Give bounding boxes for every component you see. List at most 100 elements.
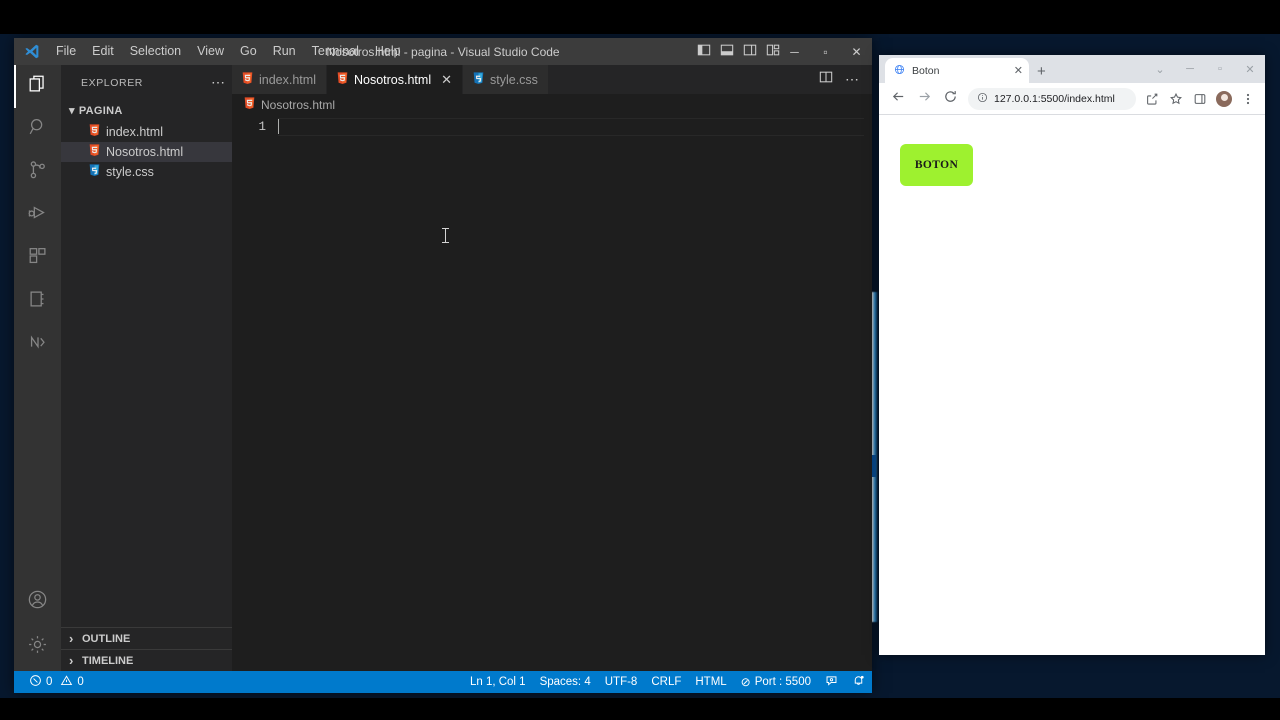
close-icon[interactable]: ✕ xyxy=(1014,64,1023,77)
activitybar-item-nodejs-tool[interactable] xyxy=(14,323,61,366)
editor-tabs: index.html Nosotros.html ✕ style.css ⋯ xyxy=(232,65,872,94)
explorer-section-outline[interactable]: › OUTLINE xyxy=(61,627,232,649)
folder-label: PAGINA xyxy=(78,105,123,117)
feedback-icon xyxy=(825,674,838,690)
explorer-file-nosotros-html[interactable]: Nosotros.html xyxy=(61,142,232,162)
ellipsis-icon[interactable]: ⋯ xyxy=(211,74,226,91)
explorer-file-style-css[interactable]: style.css xyxy=(61,162,232,182)
menu-edit[interactable]: Edit xyxy=(84,39,122,64)
search-icon xyxy=(27,116,49,143)
forward-button[interactable] xyxy=(911,86,937,112)
new-tab-button[interactable]: + xyxy=(1037,64,1046,79)
run-debug-icon xyxy=(27,202,49,229)
menu-view[interactable]: View xyxy=(189,39,232,64)
account-icon xyxy=(26,588,49,616)
tab-search-icon[interactable]: ⌄ xyxy=(1145,57,1175,81)
avatar xyxy=(1216,90,1232,107)
status-eol[interactable]: CRLF xyxy=(644,671,688,693)
activitybar-item-search[interactable] xyxy=(14,108,61,151)
tab-style-css[interactable]: style.css xyxy=(463,65,549,94)
explorer-folder-pagina[interactable]: ▾ PAGINA xyxy=(61,100,232,122)
boton-button[interactable]: BOTON xyxy=(900,144,973,186)
status-problems[interactable]: 0 0 xyxy=(22,671,91,693)
activitybar-item-manage-settings[interactable] xyxy=(14,623,61,671)
chevron-right-icon: › xyxy=(69,631,74,646)
breadcrumb-item-file[interactable]: Nosotros.html xyxy=(261,98,335,112)
customize-layout-icon[interactable] xyxy=(766,43,780,60)
code-editor[interactable]: 1 xyxy=(232,116,872,671)
explorer-sidebar: EXPLORER ⋯ ▾ PAGINA index.html Nosotros.… xyxy=(61,65,232,671)
activitybar-item-explorer[interactable] xyxy=(14,65,61,108)
menu-help[interactable]: Help xyxy=(367,39,409,64)
status-feedback[interactable] xyxy=(818,671,845,693)
chrome-menu-icon[interactable] xyxy=(1237,87,1259,111)
menu-selection[interactable]: Selection xyxy=(122,39,189,64)
line-number-gutter: 1 xyxy=(232,116,278,671)
tab-index-html[interactable]: index.html xyxy=(232,65,327,94)
n-icon xyxy=(27,331,49,358)
editor-area: index.html Nosotros.html ✕ style.css ⋯ N… xyxy=(232,65,872,671)
tab-close-icon[interactable]: ✕ xyxy=(441,72,452,88)
activitybar-item-accounts[interactable] xyxy=(14,580,61,623)
files-icon xyxy=(27,73,49,100)
status-live-server-port[interactable]: ⊘ Port : 5500 xyxy=(734,671,818,693)
activitybar-item-extensions[interactable] xyxy=(14,237,61,280)
chrome-maximize-button[interactable]: ▫ xyxy=(1205,57,1235,81)
error-circle-icon xyxy=(29,674,42,690)
browser-tab-boton[interactable]: Boton ✕ xyxy=(885,58,1029,83)
status-encoding[interactable]: UTF-8 xyxy=(598,671,645,693)
menu-run[interactable]: Run xyxy=(265,39,304,64)
tab-label: Nosotros.html xyxy=(353,72,432,87)
status-cursor-position[interactable]: Ln 1, Col 1 xyxy=(463,671,533,693)
desktop-bottom-band xyxy=(0,698,1280,720)
toggle-secondary-sidebar-icon[interactable] xyxy=(743,43,757,60)
tab-label: index.html xyxy=(259,72,316,87)
css3-icon xyxy=(89,164,100,180)
chrome-toolbar-icons xyxy=(1141,87,1259,111)
chrome-browser-window: Boton ✕ + ⌄ ─ ▫ ✕ 127.0.0.1:5500/index.h… xyxy=(879,55,1265,655)
broadcast-icon: ⊘ xyxy=(740,675,751,689)
chrome-close-button[interactable]: ✕ xyxy=(1235,57,1265,81)
reload-button[interactable] xyxy=(937,86,963,112)
vscode-maximize-button[interactable]: ▫ xyxy=(810,38,841,65)
status-notifications[interactable] xyxy=(845,671,872,693)
back-button[interactable] xyxy=(885,86,911,112)
activitybar-item-notebook[interactable] xyxy=(14,280,61,323)
more-actions-icon[interactable]: ⋯ xyxy=(845,71,860,88)
reload-icon xyxy=(943,89,958,109)
address-bar[interactable]: 127.0.0.1:5500/index.html xyxy=(968,87,1136,110)
chrome-tabstrip: Boton ✕ + ⌄ ─ ▫ ✕ xyxy=(879,55,1265,83)
toggle-primary-sidebar-icon[interactable] xyxy=(697,43,711,60)
activitybar-item-source-control[interactable] xyxy=(14,151,61,194)
activitybar-item-run-and-debug[interactable] xyxy=(14,194,61,237)
bookmark-star-icon[interactable] xyxy=(1165,87,1187,111)
menu-file[interactable]: File xyxy=(48,39,84,64)
error-count: 0 xyxy=(46,676,53,688)
explorer-file-index-html[interactable]: index.html xyxy=(61,122,232,142)
vscode-minimize-button[interactable]: ─ xyxy=(779,38,810,65)
menu-go[interactable]: Go xyxy=(232,39,265,64)
toggle-panel-icon[interactable] xyxy=(720,43,734,60)
explorer-section-timeline[interactable]: › TIMELINE xyxy=(61,649,232,671)
tab-nosotros-html[interactable]: Nosotros.html ✕ xyxy=(326,65,463,94)
side-panel-icon[interactable] xyxy=(1189,87,1211,111)
menu-terminal[interactable]: Terminal xyxy=(304,39,367,64)
active-line-highlight xyxy=(278,118,864,136)
code-content[interactable] xyxy=(278,116,872,671)
share-icon[interactable] xyxy=(1141,87,1163,111)
chrome-window-controls: ⌄ ─ ▫ ✕ xyxy=(1145,57,1265,81)
status-indentation[interactable]: Spaces: 4 xyxy=(533,671,598,693)
vscode-close-button[interactable]: ✕ xyxy=(841,38,872,65)
gear-icon xyxy=(26,633,49,661)
chevron-down-icon: ▾ xyxy=(69,105,75,117)
section-label: TIMELINE xyxy=(82,654,134,667)
chrome-minimize-button[interactable]: ─ xyxy=(1175,57,1205,81)
status-language-mode[interactable]: HTML xyxy=(688,671,733,693)
info-circle-icon[interactable] xyxy=(977,92,988,106)
split-editor-right-icon[interactable] xyxy=(819,70,833,89)
breadcrumb: Nosotros.html xyxy=(232,94,872,116)
browser-tab-title: Boton xyxy=(912,64,940,77)
vscode-menubar: File Edit Selection View Go Run Terminal… xyxy=(48,39,409,64)
profile-avatar-icon[interactable] xyxy=(1213,87,1235,111)
tab-label: style.css xyxy=(490,72,538,87)
